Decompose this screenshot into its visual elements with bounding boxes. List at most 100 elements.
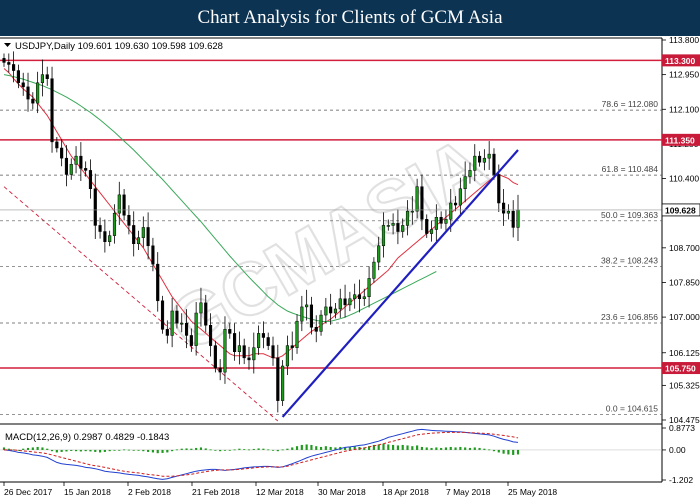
macd-histogram-bar bbox=[319, 446, 323, 450]
macd-histogram-bar bbox=[161, 449, 164, 453]
macd-histogram-bar bbox=[199, 447, 203, 450]
macd-histogram-bar bbox=[233, 449, 236, 451]
candle-body bbox=[506, 210, 510, 214]
candle-body bbox=[429, 229, 434, 234]
macd-histogram-bar bbox=[26, 447, 30, 450]
x-axis-label: 26 Dec 2017 bbox=[4, 487, 52, 497]
candle-body bbox=[184, 322, 189, 336]
macd-histogram-bar bbox=[454, 447, 457, 450]
macd-histogram-bar bbox=[291, 447, 294, 450]
candle-body bbox=[477, 155, 482, 163]
macd-axis-label: 0.8773 bbox=[669, 423, 695, 433]
macd-axis-label: -1.202 bbox=[669, 475, 693, 485]
candle-body bbox=[257, 333, 261, 348]
candle-body bbox=[482, 157, 486, 163]
candle-body bbox=[98, 225, 102, 232]
macd-panel-info: MACD(12,26,9) 0.2987 0.4829 -0.1843 bbox=[5, 432, 169, 443]
fib-level-label: 0.0 = 104.615 bbox=[606, 403, 659, 413]
candle-body bbox=[237, 345, 241, 352]
candle-body bbox=[103, 231, 107, 242]
macd-histogram-bar bbox=[156, 449, 159, 454]
candle-body bbox=[396, 223, 400, 232]
macd-histogram-bar bbox=[295, 446, 299, 450]
candle-body bbox=[84, 168, 88, 171]
macd-histogram-bar bbox=[387, 444, 390, 450]
candle-body bbox=[516, 209, 520, 228]
candle-body bbox=[305, 304, 309, 308]
macd-histogram-bar bbox=[223, 449, 227, 451]
candle-body bbox=[458, 188, 462, 206]
macd-histogram-bar bbox=[440, 447, 443, 450]
candle-body bbox=[122, 194, 126, 216]
candle-body bbox=[151, 245, 155, 265]
chart-svg: GCMASIA 78.6 = 112.08061.8 = 110.48450.0… bbox=[0, 36, 700, 500]
candle-body bbox=[199, 302, 203, 314]
macd-histogram-bar bbox=[444, 447, 448, 450]
candle-body bbox=[7, 62, 11, 65]
macd-histogram-bar bbox=[281, 449, 284, 451]
macd-histogram-bar bbox=[305, 444, 308, 450]
macd-histogram-bar bbox=[228, 449, 231, 451]
candle-body bbox=[26, 86, 30, 100]
macd-histogram-bar bbox=[98, 449, 102, 453]
candle-body bbox=[338, 298, 342, 310]
level-price-tag-label: 113.300 bbox=[665, 56, 696, 66]
candle-body bbox=[50, 78, 54, 143]
macd-histogram-bar bbox=[329, 446, 332, 450]
candle-body bbox=[367, 278, 371, 297]
macd-histogram-bar bbox=[276, 449, 279, 452]
candle-body bbox=[136, 237, 141, 245]
macd-histogram-bar bbox=[382, 443, 385, 450]
candle-body bbox=[2, 58, 6, 63]
candle-body bbox=[410, 210, 414, 213]
candle-body bbox=[333, 308, 338, 314]
macd-histogram-bar bbox=[430, 447, 433, 450]
macd-histogram-bar bbox=[46, 448, 49, 450]
macd-histogram-bar bbox=[257, 448, 260, 450]
fib-level-label: 50.0 = 109.363 bbox=[601, 210, 658, 220]
price-axis-label: 113.800 bbox=[669, 36, 699, 45]
macd-histogram-bar bbox=[310, 444, 313, 450]
candle-body bbox=[381, 225, 386, 247]
macd-histogram-bar bbox=[271, 449, 275, 451]
macd-histogram-bar bbox=[473, 447, 476, 450]
candle-body bbox=[16, 70, 20, 84]
candle-body bbox=[449, 202, 453, 220]
candle-body bbox=[405, 210, 410, 226]
macd-histogram-bar bbox=[118, 449, 121, 451]
candle-body bbox=[309, 304, 314, 328]
candle-body bbox=[213, 345, 217, 369]
candle-body bbox=[165, 329, 169, 336]
price-axis-label: 112.950 bbox=[669, 70, 699, 80]
candle-body bbox=[180, 322, 184, 325]
candle-body bbox=[281, 365, 285, 401]
macd-histogram-bar bbox=[60, 449, 63, 452]
candle-body bbox=[189, 335, 193, 346]
candle-body bbox=[156, 263, 160, 302]
candle-body bbox=[348, 298, 352, 306]
macd-histogram-bar bbox=[142, 449, 145, 452]
macd-histogram-bar bbox=[262, 448, 265, 450]
price-axis-label: 107.850 bbox=[669, 277, 700, 287]
candle-body bbox=[132, 225, 136, 245]
macd-histogram-bar bbox=[185, 448, 188, 450]
x-axis-label: 30 Mar 2018 bbox=[318, 487, 366, 497]
candle-body bbox=[233, 333, 237, 352]
level-price-tag-label: 111.350 bbox=[665, 135, 695, 145]
candle-body bbox=[194, 312, 198, 346]
macd-histogram-bar bbox=[123, 449, 126, 451]
price-axis-label: 112.100 bbox=[669, 104, 699, 114]
level-price-tag-label: 105.750 bbox=[665, 364, 696, 374]
macd-histogram-bar bbox=[50, 449, 54, 452]
candle-body bbox=[146, 227, 150, 247]
candle-body bbox=[314, 327, 318, 332]
candle-body bbox=[112, 212, 117, 236]
candle-body bbox=[247, 357, 251, 361]
candle-body bbox=[204, 302, 208, 326]
candle-body bbox=[276, 357, 280, 401]
candle-body bbox=[386, 225, 390, 227]
price-axis-label: 105.325 bbox=[669, 380, 700, 390]
macd-histogram-bar bbox=[483, 448, 486, 450]
macd-axis-label: 0.00 bbox=[669, 445, 686, 455]
macd-histogram-bar bbox=[497, 449, 500, 453]
